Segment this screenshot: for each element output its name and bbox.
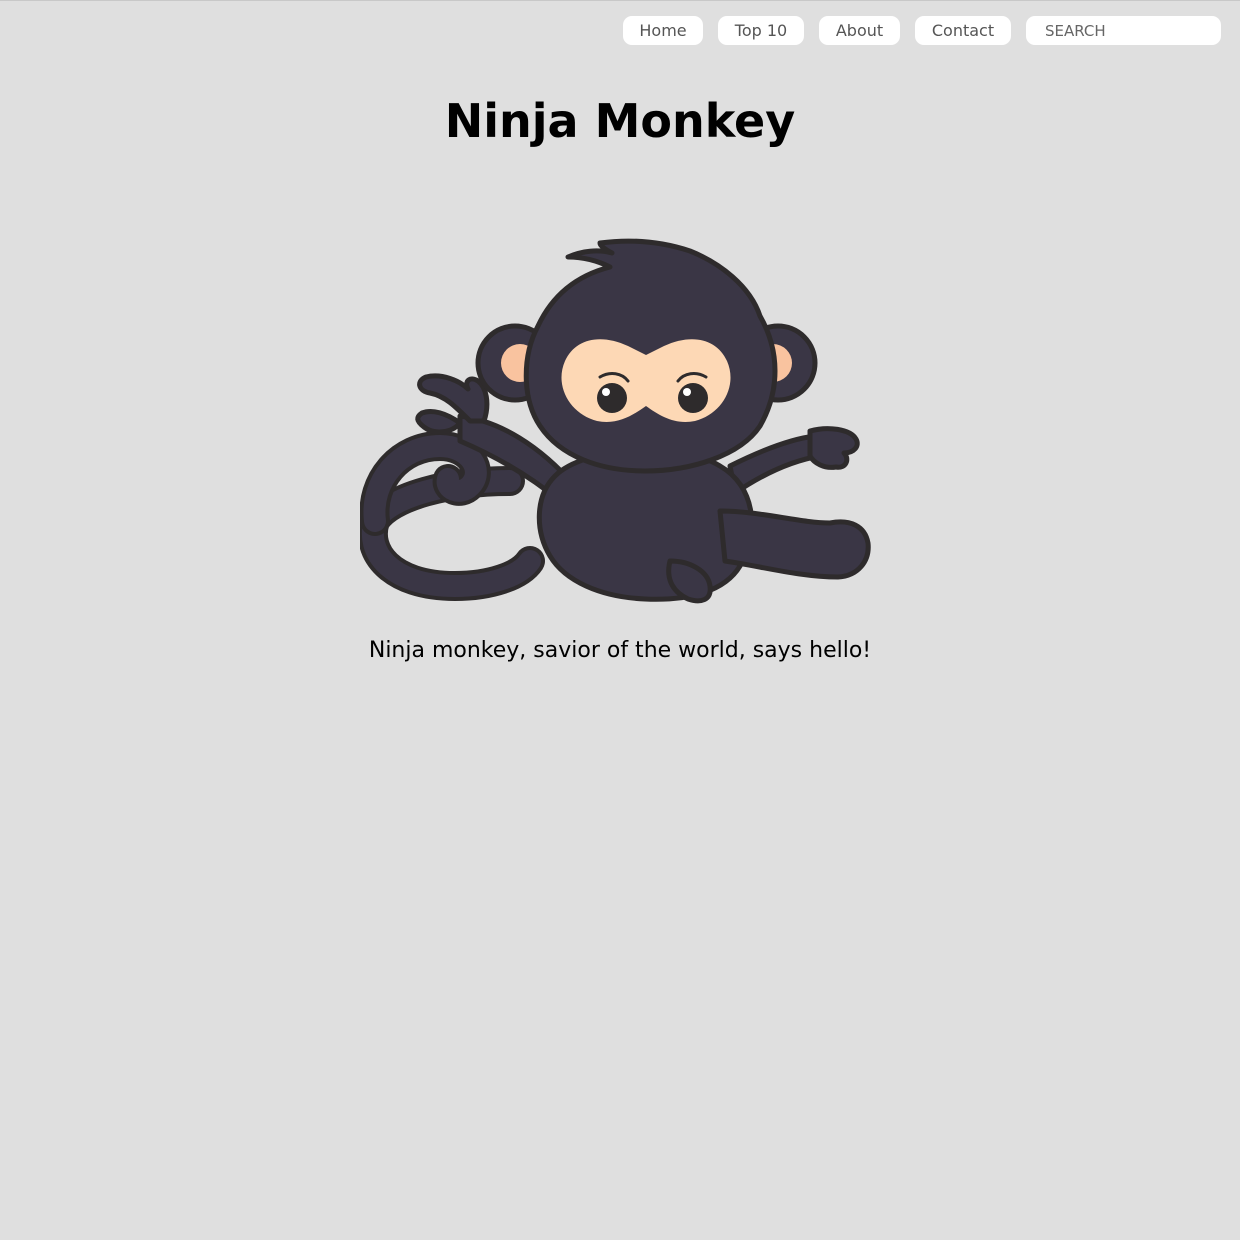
nav-about-button[interactable]: About bbox=[819, 16, 900, 45]
hero-caption: Ninja monkey, savior of the world, says … bbox=[368, 638, 872, 663]
page-title: Ninja Monkey bbox=[444, 94, 796, 148]
ninja-monkey-image bbox=[360, 238, 871, 604]
search-input[interactable] bbox=[1026, 16, 1221, 45]
nav-home-button[interactable]: Home bbox=[623, 16, 703, 45]
nav-top10-button[interactable]: Top 10 bbox=[718, 16, 804, 45]
nav-contact-button[interactable]: Contact bbox=[915, 16, 1011, 45]
